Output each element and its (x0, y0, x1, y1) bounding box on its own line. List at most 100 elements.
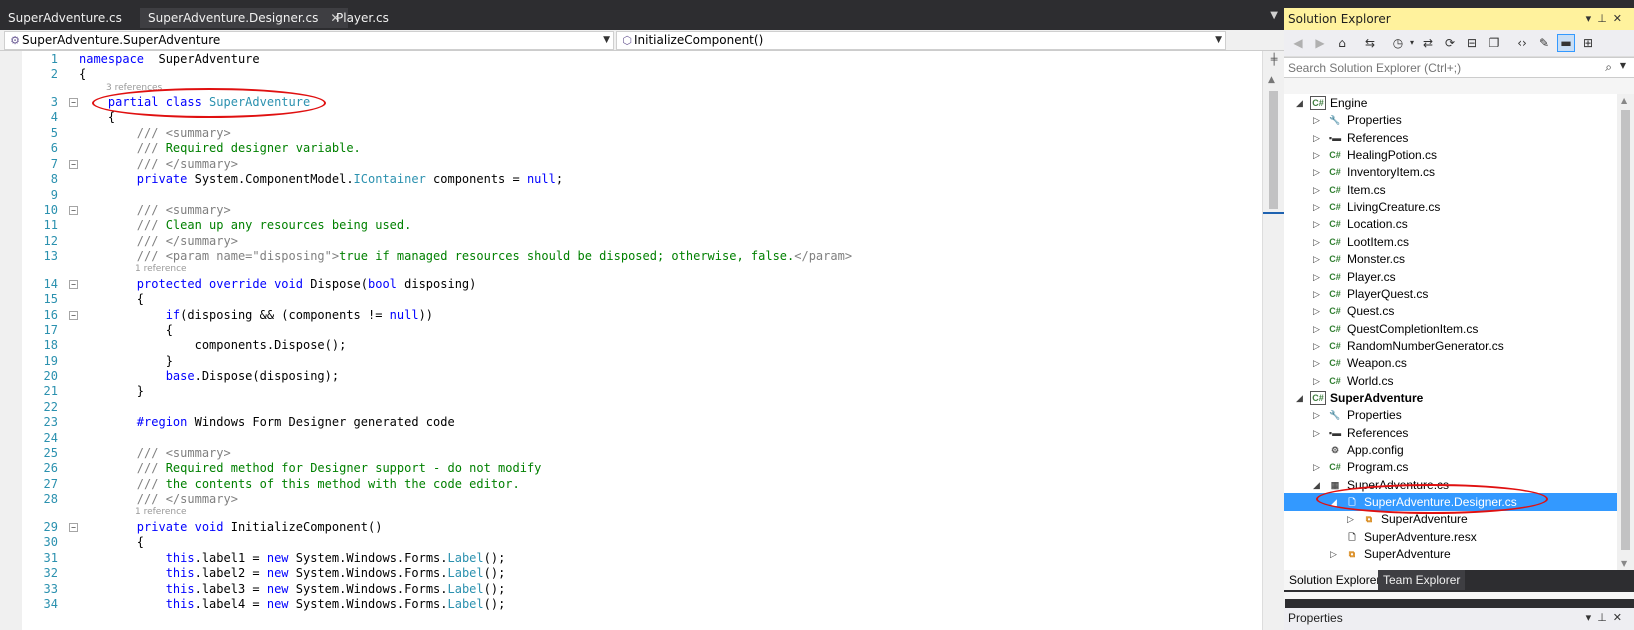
collapse-icon[interactable]: − (69, 311, 78, 320)
tree-item[interactable]: ▷ ▪▬ References (1284, 129, 1617, 147)
pin-icon[interactable]: ⊥ (1597, 12, 1613, 25)
expand-icon[interactable]: ▷ (1313, 215, 1323, 233)
scrollbar-thumb[interactable] (1621, 110, 1630, 550)
show-all-files-icon[interactable]: ❐ (1486, 35, 1502, 51)
expand-icon[interactable]: ▷ (1313, 111, 1323, 129)
tree-item[interactable]: ▷ C# Program.cs (1284, 458, 1617, 476)
collapse-icon[interactable]: − (69, 523, 78, 532)
scroll-down-icon[interactable]: ▼ (1621, 559, 1627, 568)
expand-icon[interactable]: ▷ (1313, 129, 1323, 147)
editor-scrollbar[interactable]: ╪ ▲ (1262, 51, 1285, 630)
tree-scrollbar[interactable]: ▲ ▼ (1617, 94, 1634, 570)
tree-item[interactable]: ▷ C# Item.cs (1284, 181, 1617, 199)
tree-item[interactable]: ▷ 🔧 Properties (1284, 406, 1617, 424)
scrollbar-thumb[interactable] (1269, 91, 1278, 209)
home-icon[interactable]: ⌂ (1334, 35, 1350, 51)
collapse-icon[interactable]: − (69, 98, 78, 107)
collapse-all-icon[interactable]: ⊟ (1464, 35, 1480, 51)
expand-icon[interactable]: ▷ (1313, 458, 1323, 476)
tab-solution-explorer[interactable]: Solution Explorer (1284, 570, 1386, 590)
code-line: 25 /// <summary> (0, 445, 1262, 461)
tab-superadventure-cs[interactable]: SuperAdventure.cs (0, 8, 130, 28)
expand-icon[interactable]: ▷ (1313, 302, 1323, 320)
tree-item[interactable]: ▷ C# RandomNumberGenerator.cs (1284, 337, 1617, 355)
expand-icon[interactable]: ▷ (1313, 320, 1323, 338)
tree-item[interactable]: ▷ C# Weapon.cs (1284, 354, 1617, 372)
collapse-icon[interactable]: ◢ (1296, 389, 1306, 407)
member-dropdown[interactable]: ⬡ InitializeComponent() ▼ (616, 31, 1226, 50)
line-number: 33 (43, 582, 58, 596)
tree-item[interactable]: ▷ C# PlayerQuest.cs (1284, 285, 1617, 303)
collapse-icon[interactable]: ◢ (1313, 476, 1323, 494)
collapse-icon[interactable]: − (69, 206, 78, 215)
collapse-icon[interactable]: ◢ (1296, 94, 1306, 112)
tree-item[interactable]: ⚙ App.config (1284, 441, 1617, 459)
code-editor[interactable]: 1 namespace SuperAdventure 2{3− partial cl… (0, 51, 1262, 630)
tree-item[interactable]: ▷ C# InventoryItem.cs (1284, 163, 1617, 181)
tree-item[interactable]: ◢ C# SuperAdventure (1284, 389, 1617, 407)
tree-item[interactable]: ▷ C# Monster.cs (1284, 250, 1617, 268)
expand-icon[interactable]: ▷ (1313, 198, 1323, 216)
scroll-up-icon[interactable]: ▲ (1621, 96, 1627, 105)
close-icon[interactable]: ✕ (1613, 12, 1628, 25)
codelens-references[interactable]: 1 reference (135, 263, 187, 275)
line-number: 8 (50, 172, 58, 186)
tree-item[interactable]: ▷ ▪▬ References (1284, 424, 1617, 442)
tree-item[interactable]: ▷ C# QuestCompletionItem.cs (1284, 320, 1617, 338)
expand-icon[interactable]: ▷ (1330, 545, 1340, 563)
properties-wrench-icon[interactable]: ✎ (1536, 35, 1552, 51)
expand-icon[interactable]: ▷ (1313, 372, 1323, 390)
chevron-down-icon[interactable]: ▼ (1620, 61, 1626, 70)
tree-item[interactable]: 🗋 SuperAdventure.resx (1284, 528, 1617, 546)
tree-item[interactable]: ▷ 🔧 Properties (1284, 111, 1617, 129)
tree-item[interactable]: ▷ C# World.cs (1284, 372, 1617, 390)
tree-item[interactable]: ▷ C# Quest.cs (1284, 302, 1617, 320)
class-diagram-icon[interactable]: ⊞ (1580, 35, 1596, 51)
member-value: InitializeComponent() (634, 33, 764, 47)
tree-item[interactable]: ▷ C# Player.cs (1284, 268, 1617, 286)
search-icon[interactable]: ⌕ (1605, 60, 1612, 75)
tree-item[interactable]: ▷ C# HealingPotion.cs (1284, 146, 1617, 164)
sync-icon[interactable]: ⇄ (1420, 35, 1436, 51)
chevron-down-icon[interactable]: ▾ (1404, 35, 1420, 51)
collapse-icon[interactable]: − (69, 280, 78, 289)
scope-dropdown[interactable]: ⚙ SuperAdventure.SuperAdventure ▼ (4, 31, 614, 50)
expand-icon[interactable]: ▷ (1313, 233, 1323, 251)
tree-item[interactable]: ◢ C# Engine (1284, 94, 1617, 112)
tree-item[interactable]: ▷ C# LivingCreature.cs (1284, 198, 1617, 216)
split-icon[interactable]: ╪ (1268, 54, 1280, 66)
tab-team-explorer[interactable]: Team Explorer (1378, 570, 1466, 590)
tree-item[interactable]: ▷ C# Location.cs (1284, 215, 1617, 233)
view-code-icon[interactable]: ‹› (1514, 35, 1530, 51)
refresh-icon[interactable]: ⟳ (1442, 35, 1458, 51)
tab-dropdown-icon[interactable]: ▼ (1270, 10, 1278, 21)
codelens-references[interactable]: 1 reference (135, 506, 187, 518)
tab-player-cs[interactable]: Player.cs (328, 8, 397, 28)
expand-icon[interactable]: ▷ (1313, 337, 1323, 355)
expand-icon[interactable]: ▷ (1313, 406, 1323, 424)
scroll-up-icon[interactable]: ▲ (1268, 75, 1275, 85)
forward-icon[interactable]: ▶ (1312, 35, 1328, 51)
tree-item[interactable]: ▷ ⧉ SuperAdventure (1284, 545, 1617, 563)
pending-changes-icon[interactable]: ⇆ (1362, 35, 1378, 51)
search-input[interactable] (1284, 58, 1590, 77)
back-icon[interactable]: ◀ (1290, 35, 1306, 51)
code-text: this.label3 = new System.Windows.Forms.L… (165, 582, 506, 596)
expand-icon[interactable]: ▷ (1313, 268, 1323, 286)
dropdown-icon[interactable]: ▾ (1586, 12, 1598, 25)
close-icon[interactable]: ✕ (1613, 611, 1628, 624)
tree-item[interactable]: ▷ C# LootItem.cs (1284, 233, 1617, 251)
tab-superadventure-designer-cs[interactable]: SuperAdventure.Designer.cs ✕ (140, 8, 349, 28)
expand-icon[interactable]: ▷ (1313, 424, 1323, 442)
expand-icon[interactable]: ▷ (1313, 146, 1323, 164)
expand-icon[interactable]: ▷ (1313, 354, 1323, 372)
expand-icon[interactable]: ▷ (1313, 181, 1323, 199)
expand-icon[interactable]: ▷ (1313, 163, 1323, 181)
expand-icon[interactable]: ▷ (1347, 510, 1357, 528)
expand-icon[interactable]: ▷ (1313, 250, 1323, 268)
expand-icon[interactable]: ▷ (1313, 285, 1323, 303)
pin-icon[interactable]: ⊥ (1597, 611, 1613, 624)
dropdown-icon[interactable]: ▾ (1586, 611, 1598, 624)
collapse-icon[interactable]: − (69, 160, 78, 169)
preview-selected-icon[interactable]: ▬ (1557, 34, 1575, 52)
